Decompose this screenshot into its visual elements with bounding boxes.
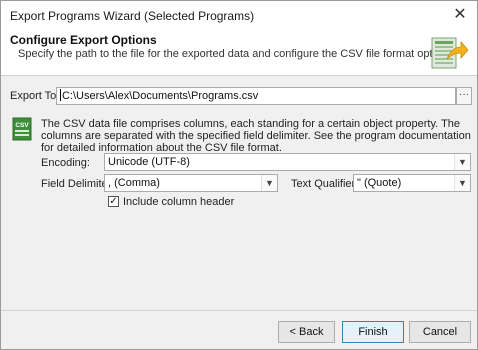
checkmark-icon: ✓ (109, 196, 118, 207)
export-to-label: Export To: (10, 90, 60, 102)
text-cursor (60, 89, 61, 101)
back-button[interactable]: < Back (278, 321, 335, 343)
cancel-button[interactable]: Cancel (409, 321, 471, 343)
text-qualifier-label: Text Qualifier: (291, 178, 359, 190)
text-qualifier-select[interactable]: " (Quote) ▼ (353, 174, 471, 192)
chevron-down-icon: ▼ (454, 175, 470, 191)
include-header-label[interactable]: Include column header (123, 196, 234, 208)
field-delimiter-value: , (Comma) (108, 177, 160, 189)
page-description: Specify the path to the file for the exp… (18, 48, 456, 60)
export-wizard-window: Export Programs Wizard (Selected Program… (0, 0, 478, 350)
field-delimiter-select[interactable]: , (Comma) ▼ (104, 174, 278, 192)
finish-button[interactable]: Finish (342, 321, 404, 343)
export-path-value: C:\Users\Alex\Documents\Programs.csv (62, 90, 259, 102)
encoding-select[interactable]: Unicode (UTF-8) ▼ (104, 153, 471, 171)
encoding-label: Encoding: (41, 157, 90, 169)
chevron-down-icon: ▼ (454, 154, 470, 170)
csv-info-text: The CSV data file comprises columns, eac… (41, 118, 471, 154)
include-header-checkbox[interactable]: ✓ (108, 196, 119, 207)
csv-file-icon: CSV (12, 117, 32, 141)
ellipsis-icon: ··· (459, 89, 469, 100)
close-icon: ✕ (453, 6, 467, 23)
csv-icon-text: CSV (15, 122, 29, 129)
close-button[interactable]: ✕ (447, 3, 473, 27)
browse-button[interactable]: ··· (456, 87, 472, 105)
wizard-header: Configure Export Options Specify the pat… (1, 31, 477, 76)
wizard-footer (1, 310, 477, 349)
export-path-field[interactable]: C:\Users\Alex\Documents\Programs.csv (56, 87, 456, 105)
page-title: Configure Export Options (10, 33, 157, 47)
window-title: Export Programs Wizard (Selected Program… (10, 9, 255, 23)
export-document-icon (431, 37, 469, 69)
title-bar: Export Programs Wizard (Selected Program… (1, 1, 477, 31)
text-qualifier-value: " (Quote) (357, 177, 402, 189)
chevron-down-icon: ▼ (261, 175, 277, 191)
encoding-value: Unicode (UTF-8) (108, 156, 190, 168)
